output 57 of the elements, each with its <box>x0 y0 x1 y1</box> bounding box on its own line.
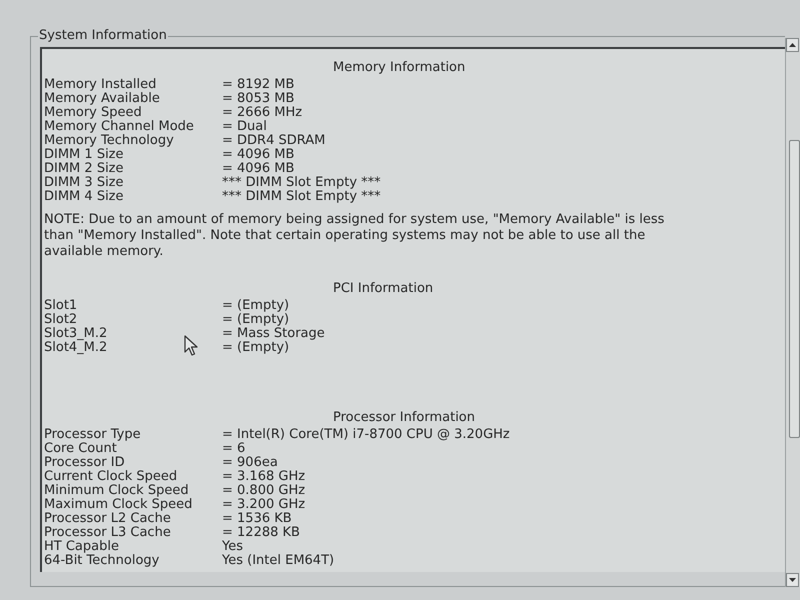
field-value: = 8192 MB <box>222 78 294 92</box>
field-value: = 3.168 GHz <box>222 470 306 484</box>
scroll-up-button[interactable] <box>786 38 799 52</box>
field-value: *** DIMM Slot Empty *** <box>222 190 381 204</box>
field-label: 64-Bit Technology <box>44 554 160 568</box>
field-label: Slot2 <box>44 313 78 327</box>
field-label: DIMM 2 Size <box>44 162 124 176</box>
field-label: Processor L2 Cache <box>44 512 171 526</box>
field-label: Slot4_M.2 <box>44 341 108 355</box>
section-heading: PCI Information <box>333 282 434 296</box>
field-value: = 0.800 GHz <box>222 484 306 498</box>
field-label: DIMM 1 Size <box>44 148 124 162</box>
memory-note: NOTE: Due to an amount of memory being assigned for system use, "Memory Available" is less than "Memory Installed". Note that certain operating systems may not be able to use all the available memory. <box>44 212 666 260</box>
field-label: HT Capable <box>44 540 119 554</box>
section-heading: Memory Information <box>333 61 466 75</box>
field-label: DIMM 3 Size <box>44 176 124 190</box>
field-value: Yes (Intel EM64T) <box>222 554 334 568</box>
field-label: Slot3_M.2 <box>44 327 108 341</box>
field-value: = (Empty) <box>222 341 290 355</box>
field-label: Memory Available <box>44 92 160 106</box>
mouse-pointer-icon <box>184 335 198 356</box>
field-label: DIMM 4 Size <box>44 190 124 204</box>
field-value: = (Empty) <box>222 299 290 313</box>
scroll-down-button[interactable] <box>786 573 799 587</box>
field-label: Maximum Clock Speed <box>44 498 192 512</box>
field-value: = 1536 KB <box>222 512 292 526</box>
field-label: Minimum Clock Speed <box>44 484 189 498</box>
group-box-title: System Information <box>38 29 168 43</box>
field-label: Core Count <box>44 442 117 456</box>
section-heading: Processor Information <box>333 411 475 425</box>
field-label: Memory Installed <box>44 78 156 92</box>
field-label: Slot1 <box>44 299 78 313</box>
field-value: Yes <box>222 540 243 554</box>
field-value: = Mass Storage <box>222 327 325 341</box>
field-value: = 6 <box>222 442 246 456</box>
field-value: *** DIMM Slot Empty *** <box>222 176 381 190</box>
field-value: = 3.200 GHz <box>222 498 306 512</box>
field-label: Processor ID <box>44 456 125 470</box>
field-value: = 906ea <box>222 456 278 470</box>
field-label: Processor Type <box>44 428 141 442</box>
field-label: Processor L3 Cache <box>44 526 171 540</box>
caret-down-icon <box>789 578 796 582</box>
field-value: = (Empty) <box>222 313 290 327</box>
field-value: = 4096 MB <box>222 148 294 162</box>
field-label: Memory Channel Mode <box>44 120 194 134</box>
field-value: = 4096 MB <box>222 162 294 176</box>
field-value: = 8053 MB <box>222 92 294 106</box>
field-value: = Dual <box>222 120 267 134</box>
field-label: Current Clock Speed <box>44 470 178 484</box>
field-value: = DDR4 SDRAM <box>222 134 326 148</box>
field-value: = 12288 KB <box>222 526 300 540</box>
scrollbar-thumb[interactable] <box>789 140 800 438</box>
field-value: = 2666 MHz <box>222 106 302 120</box>
field-label: Memory Technology <box>44 134 174 148</box>
field-label: Memory Speed <box>44 106 142 120</box>
field-value: = Intel(R) Core(TM) i7-8700 CPU @ 3.20GHz <box>222 428 510 442</box>
caret-up-icon <box>789 43 796 47</box>
